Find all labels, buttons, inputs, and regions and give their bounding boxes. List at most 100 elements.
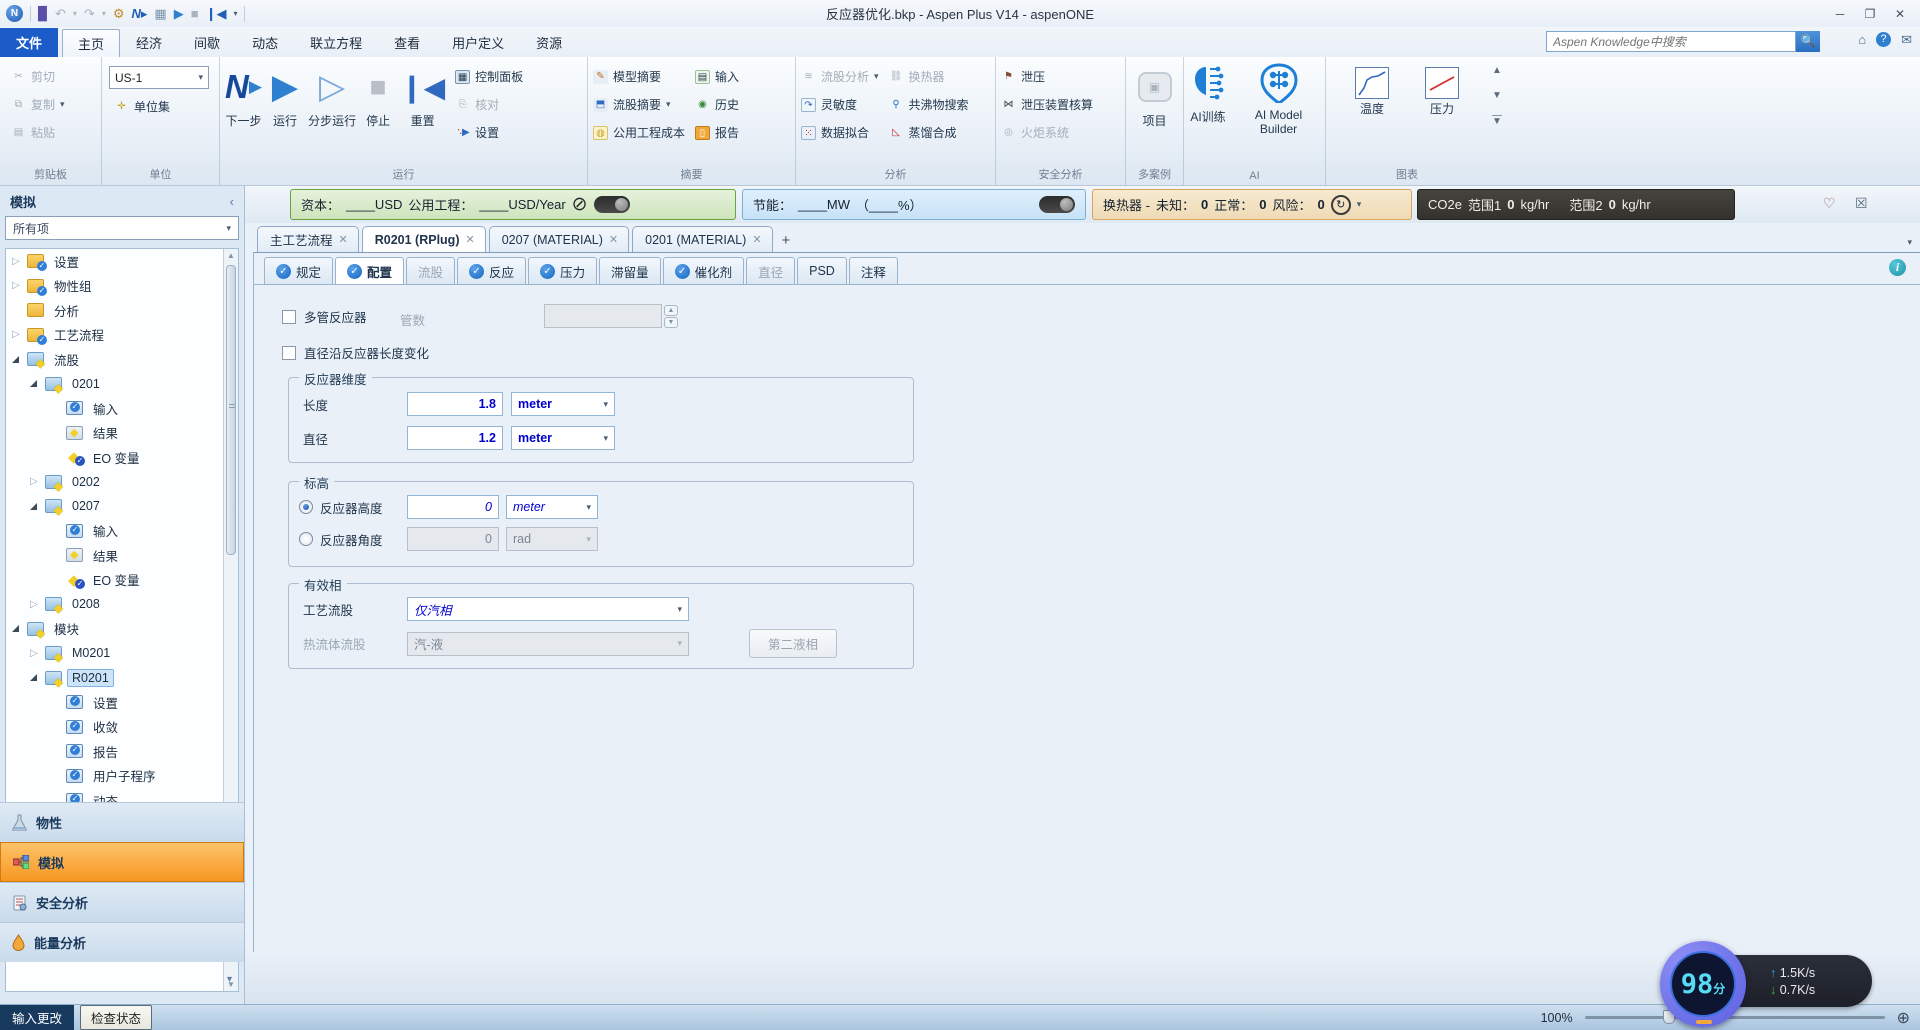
maximize-button[interactable]: ❐	[1856, 4, 1884, 24]
reset-button[interactable]: ❙◀ 重置	[395, 61, 450, 143]
new-tab-icon[interactable]: +	[782, 232, 791, 252]
rise-unit-combo[interactable]: meter▾	[506, 495, 598, 519]
expand-icon[interactable]: ▷	[30, 476, 40, 487]
collapse-icon[interactable]	[30, 380, 37, 387]
form-tab-streams[interactable]: 流股	[406, 257, 455, 284]
tab-file[interactable]: 文件	[0, 28, 58, 57]
tree-item-0201-results[interactable]: 结果	[6, 421, 238, 446]
performance-gauge[interactable]: 98 分	[1660, 941, 1746, 1027]
unit-sets-button[interactable]: ✛单位集	[109, 96, 209, 117]
reactor-rise-input[interactable]: 0	[407, 495, 499, 519]
check-status-button[interactable]: 检查状态	[80, 1005, 152, 1030]
next-button[interactable]: N▶ 下一步	[220, 61, 267, 143]
zoom-in-icon[interactable]: ⊕	[1897, 1008, 1910, 1028]
info-icon[interactable]: i	[1889, 259, 1906, 276]
next-icon[interactable]: N▸	[132, 6, 148, 22]
minimize-button[interactable]: ─	[1826, 4, 1854, 24]
sensitivity-button[interactable]: ↷灵敏度	[796, 94, 884, 115]
tab-customize[interactable]: 用户定义	[436, 28, 520, 57]
home-icon[interactable]: ⌂	[1858, 32, 1866, 48]
project-button[interactable]: ▣ 项目	[1126, 57, 1183, 131]
tree-item-0207-input[interactable]: 输入	[6, 519, 238, 544]
tab-home[interactable]: 主页	[62, 29, 120, 57]
tree-item-0201[interactable]: 0201	[6, 372, 238, 397]
pressure-relief-button[interactable]: ⚑泄压	[996, 66, 1125, 87]
gallery-expand-icon[interactable]: ▼	[1492, 115, 1502, 127]
energy-toggle[interactable]	[1039, 196, 1075, 213]
run-button[interactable]: ▶ 运行	[267, 61, 303, 143]
stop-button[interactable]: ■ 停止	[361, 61, 395, 143]
exchangers-dropdown-icon[interactable]: ▾	[1357, 199, 1362, 210]
control-panel-button[interactable]: ▦控制面板	[450, 66, 528, 87]
tab-dynamics[interactable]: 动态	[236, 28, 294, 57]
collapse-icon[interactable]	[30, 503, 37, 510]
expand-icon[interactable]: ▷	[30, 599, 40, 610]
control-panel-grid-icon[interactable]: ▦	[154, 6, 166, 22]
tree-item-0201-input[interactable]: 输入	[6, 396, 238, 421]
doc-tab-0207[interactable]: 0207 (MATERIAL)✕	[489, 226, 629, 252]
stop-icon[interactable]: ■	[191, 6, 199, 21]
tree-item-m0201[interactable]: ▷M0201	[6, 641, 238, 666]
tree-item-0207[interactable]: 0207	[6, 494, 238, 519]
tree-item-streams[interactable]: 流股	[6, 347, 238, 372]
tree-item-blocks[interactable]: 模块	[6, 617, 238, 642]
tree-item-analysis[interactable]: 分析	[6, 298, 238, 323]
diameter-varies-checkbox[interactable]	[282, 346, 296, 360]
tree-item-r0201-user-subroutine[interactable]: 用户子程序	[6, 764, 238, 789]
search-icon[interactable]: 🔍	[1796, 31, 1820, 52]
help-icon[interactable]: ?	[1876, 32, 1891, 47]
design-spec-icon[interactable]: ⚙	[113, 6, 125, 22]
doc-tab-main-flowsheet[interactable]: 主工艺流程✕	[257, 226, 359, 252]
spinner-down-icon[interactable]: ▼	[664, 317, 678, 328]
diameter-unit-combo[interactable]: meter▾	[511, 426, 615, 450]
tree-item-0208[interactable]: ▷0208	[6, 592, 238, 617]
tab-view[interactable]: 查看	[378, 28, 436, 57]
input-button[interactable]: ▤输入	[690, 66, 744, 87]
paste-button[interactable]: ▤粘贴	[6, 122, 101, 143]
tree-item-0207-eo-variables[interactable]: EO 变量	[6, 568, 238, 593]
tube-number-input[interactable]	[544, 304, 662, 328]
flare-system-button[interactable]: ◎火炬系统	[996, 122, 1125, 143]
copy-button[interactable]: ⧉复制▾	[6, 94, 101, 115]
collapse-pane-icon[interactable]: ‹	[230, 194, 234, 209]
aspen-logo-icon[interactable]: N	[6, 5, 23, 22]
collapse-icon[interactable]	[12, 625, 19, 632]
form-tab-catalyst[interactable]: 催化剂	[663, 257, 745, 284]
redo-icon[interactable]: ↷	[84, 6, 95, 22]
report-button[interactable]: ▯报告	[690, 122, 744, 143]
second-liquid-button[interactable]: 第二液相	[749, 629, 837, 658]
pane-button-safety-analysis[interactable]: 安全分析	[0, 882, 244, 922]
undo-icon[interactable]: ↶	[55, 6, 66, 22]
stream-analysis-button[interactable]: ≋流股分析▾	[796, 66, 884, 87]
temperature-plot-button[interactable]: 温度	[1350, 65, 1394, 119]
redo-dropdown-icon[interactable]: ▾	[102, 9, 106, 18]
tree-item-r0201-report[interactable]: 报告	[6, 739, 238, 764]
model-summary-button[interactable]: ✎模型摘要	[588, 66, 690, 87]
expand-icon[interactable]: ▷	[12, 280, 22, 291]
undo-dropdown-icon[interactable]: ▾	[73, 9, 77, 18]
form-tab-diameter[interactable]: 直径	[746, 257, 795, 284]
multitube-checkbox[interactable]	[282, 310, 296, 324]
economics-toggle[interactable]	[594, 196, 630, 213]
tree-item-0201-eo-variables[interactable]: EO 变量	[6, 445, 238, 470]
stream-summary-button[interactable]: ⬒流股摘要▾	[588, 94, 690, 115]
pressure-plot-button[interactable]: 压力	[1420, 65, 1464, 119]
favorites-heart-icon[interactable]: ♡	[1823, 195, 1836, 212]
form-tab-specifications[interactable]: 规定	[264, 257, 333, 284]
tab-economics[interactable]: 经济	[120, 28, 178, 57]
reactor-rise-radio[interactable]	[299, 500, 313, 514]
pane-options-icon[interactable]: ▾	[227, 974, 232, 985]
expand-icon[interactable]: ▷	[12, 256, 22, 267]
run-settings-button[interactable]: ∵▶设置	[450, 122, 528, 143]
reactor-angle-input[interactable]: 0	[407, 527, 499, 551]
qat-more-icon[interactable]: ▾	[233, 9, 237, 18]
tab-batch[interactable]: 间歇	[178, 28, 236, 57]
psv-rating-button[interactable]: ⋈泄压装置核算	[996, 94, 1125, 115]
process-stream-combo[interactable]: 仅汽相▾	[407, 597, 689, 621]
tree-item-r0201[interactable]: R0201	[6, 666, 238, 691]
ai-training-button[interactable]: AI训练	[1184, 57, 1232, 139]
close-tab-icon[interactable]: ✕	[339, 233, 348, 246]
tab-resources[interactable]: 资源	[520, 28, 578, 57]
tree-item-0207-results[interactable]: 结果	[6, 543, 238, 568]
economics-off-icon[interactable]: ⊘	[572, 193, 588, 216]
